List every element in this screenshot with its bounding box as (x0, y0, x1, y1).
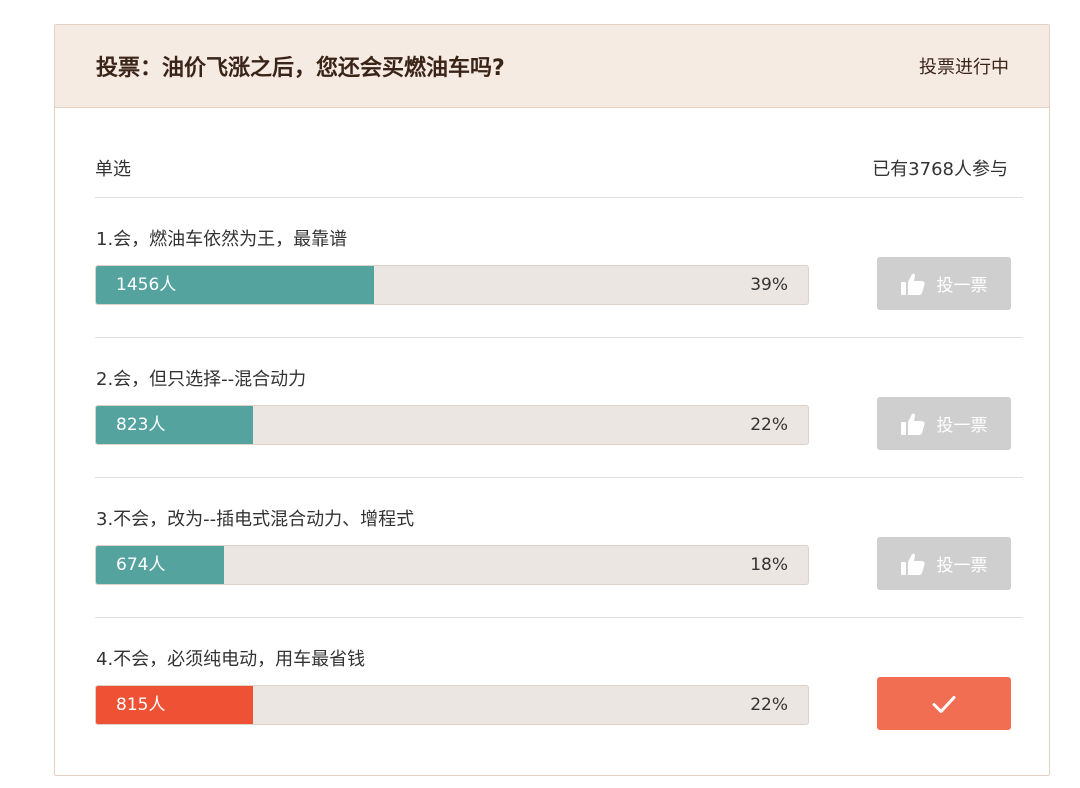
result-bar: 674人 18% (95, 545, 809, 585)
vote-count: 674人 (116, 555, 166, 575)
poll-option: 2.会，但只选择--混合动力 823人 22% 投一票 (95, 338, 1023, 478)
poll-header: 投票：油价飞涨之后，您还会买燃油车吗? 投票进行中 (55, 25, 1049, 108)
result-bar: 1456人 39% (95, 265, 809, 305)
poll-option-selected: 4.不会，必须纯电动，用车最省钱 815人 22% (95, 618, 1023, 758)
poll-card: 投票：油价飞涨之后，您还会买燃油车吗? 投票进行中 单选 已有3768人参与 1… (54, 24, 1050, 776)
participant-count: 已有3768人参与 (872, 159, 1008, 180)
poll-option: 1.会，燃油车依然为王，最靠谱 1456人 39% 投一票 (95, 198, 1023, 338)
vote-button[interactable]: 投一票 (877, 257, 1011, 310)
vote-button-label: 投一票 (936, 556, 988, 576)
vote-percent: 22% (750, 415, 788, 435)
thumbs-up-icon (900, 413, 925, 435)
vote-count: 815人 (116, 695, 166, 715)
vote-count: 1456人 (116, 275, 177, 295)
thumbs-up-icon (900, 273, 925, 295)
result-bar: 815人 22% (95, 685, 809, 725)
voted-indicator-button[interactable] (877, 677, 1011, 730)
vote-button-label: 投一票 (936, 276, 988, 296)
vote-button-label: 投一票 (936, 416, 988, 436)
result-bar: 823人 22% (95, 405, 809, 445)
poll-status: 投票进行中 (919, 57, 1009, 78)
poll-meta: 单选 已有3768人参与 (95, 107, 1023, 198)
poll-title: 投票：油价飞涨之后，您还会买燃油车吗? (96, 56, 505, 81)
checkmark-icon (932, 695, 956, 713)
vote-button[interactable]: 投一票 (877, 397, 1011, 450)
poll-mode: 单选 (95, 159, 131, 180)
option-label: 1.会，燃油车依然为王，最靠谱 (96, 229, 348, 250)
thumbs-up-icon (900, 553, 925, 575)
vote-count: 823人 (116, 415, 166, 435)
vote-percent: 39% (750, 275, 788, 295)
poll-option: 3.不会，改为--插电式混合动力、增程式 674人 18% 投一票 (95, 478, 1023, 618)
option-label: 4.不会，必须纯电动，用车最省钱 (96, 649, 366, 670)
vote-button[interactable]: 投一票 (877, 537, 1011, 590)
option-label: 3.不会，改为--插电式混合动力、增程式 (96, 509, 415, 530)
vote-percent: 18% (750, 555, 788, 575)
option-label: 2.会，但只选择--混合动力 (96, 369, 307, 390)
vote-percent: 22% (750, 695, 788, 715)
